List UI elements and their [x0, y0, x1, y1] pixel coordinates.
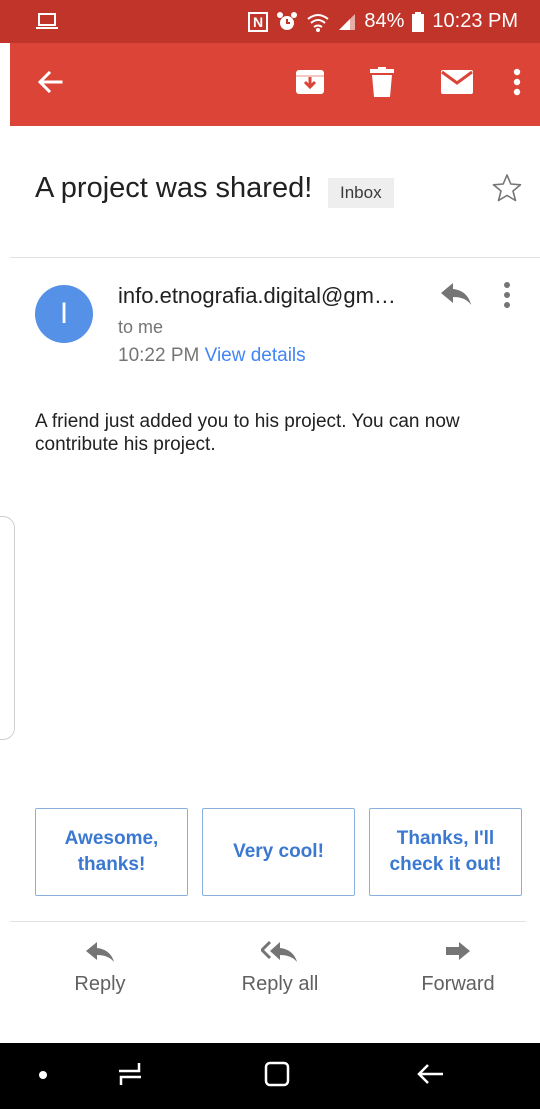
reply-label: Reply	[74, 973, 126, 995]
home-button[interactable]	[252, 1043, 302, 1109]
sender-address[interactable]: info.etnografia.digital@gm…	[118, 283, 396, 309]
reply-icon[interactable]	[440, 282, 472, 311]
dot-icon	[38, 1067, 48, 1085]
recent-apps-icon	[115, 1061, 145, 1092]
reply-icon	[85, 942, 115, 968]
mark-unread-icon	[441, 70, 473, 99]
view-details-link[interactable]: View details	[205, 345, 306, 366]
email-subject: A project was shared!	[35, 172, 313, 204]
more-vert-icon[interactable]	[503, 281, 511, 314]
subject-divider	[10, 257, 540, 258]
forward-label: Forward	[421, 973, 495, 995]
mark-unread-button[interactable]	[434, 43, 480, 126]
signal-icon	[338, 13, 356, 31]
reply-all-icon	[259, 940, 299, 968]
battery-icon	[412, 11, 425, 32]
archive-button[interactable]	[288, 43, 332, 126]
reply-action[interactable]: Reply	[25, 940, 175, 996]
sender-avatar[interactable]: I	[35, 285, 93, 343]
back-arrow-icon	[37, 70, 63, 99]
laptop-icon	[36, 12, 58, 35]
delete-icon	[370, 67, 394, 102]
edge-panel-handle[interactable]	[0, 516, 15, 740]
app-bar	[10, 43, 540, 126]
star-icon[interactable]	[492, 173, 522, 208]
smart-reply-awesome[interactable]: Awesome, thanks!	[35, 808, 188, 896]
archive-icon	[295, 68, 325, 101]
nfc-icon: N	[248, 11, 269, 32]
recipient-text: to me	[118, 317, 164, 337]
back-icon	[416, 1061, 444, 1092]
reply-all-action[interactable]: Reply all	[205, 940, 355, 996]
more-options-button[interactable]	[502, 43, 532, 126]
email-time-row: 10:22 PM View details	[118, 345, 306, 367]
alarm-icon	[276, 11, 298, 33]
system-nav-bar	[0, 1043, 540, 1109]
actions-divider	[10, 921, 526, 922]
status-icons: N 84% 10:23 PM	[248, 0, 518, 43]
wifi-icon	[306, 12, 330, 32]
smart-reply-very-cool[interactable]: Very cool!	[202, 808, 355, 896]
back-button[interactable]	[405, 1043, 455, 1109]
inbox-label-badge[interactable]: Inbox	[328, 178, 394, 208]
nav-dot-button[interactable]	[28, 1043, 58, 1109]
home-icon	[263, 1060, 291, 1093]
battery-level: 84%	[364, 10, 405, 32]
clock: 10:23 PM	[432, 10, 518, 32]
email-body: A friend just added you to his project. …	[35, 411, 460, 455]
reply-all-label: Reply all	[241, 973, 319, 995]
more-vert-icon	[513, 68, 521, 101]
recent-apps-button[interactable]	[105, 1043, 155, 1109]
delete-button[interactable]	[360, 43, 404, 126]
forward-icon	[445, 942, 471, 968]
status-bar: N 84% 10:23 PM	[0, 0, 540, 43]
svg-text:N: N	[253, 14, 263, 30]
email-time: 10:22 PM	[118, 345, 200, 366]
smart-reply-check-it-out[interactable]: Thanks, I'll check it out!	[369, 808, 522, 896]
back-button[interactable]	[30, 43, 70, 126]
forward-action[interactable]: Forward	[383, 940, 533, 996]
